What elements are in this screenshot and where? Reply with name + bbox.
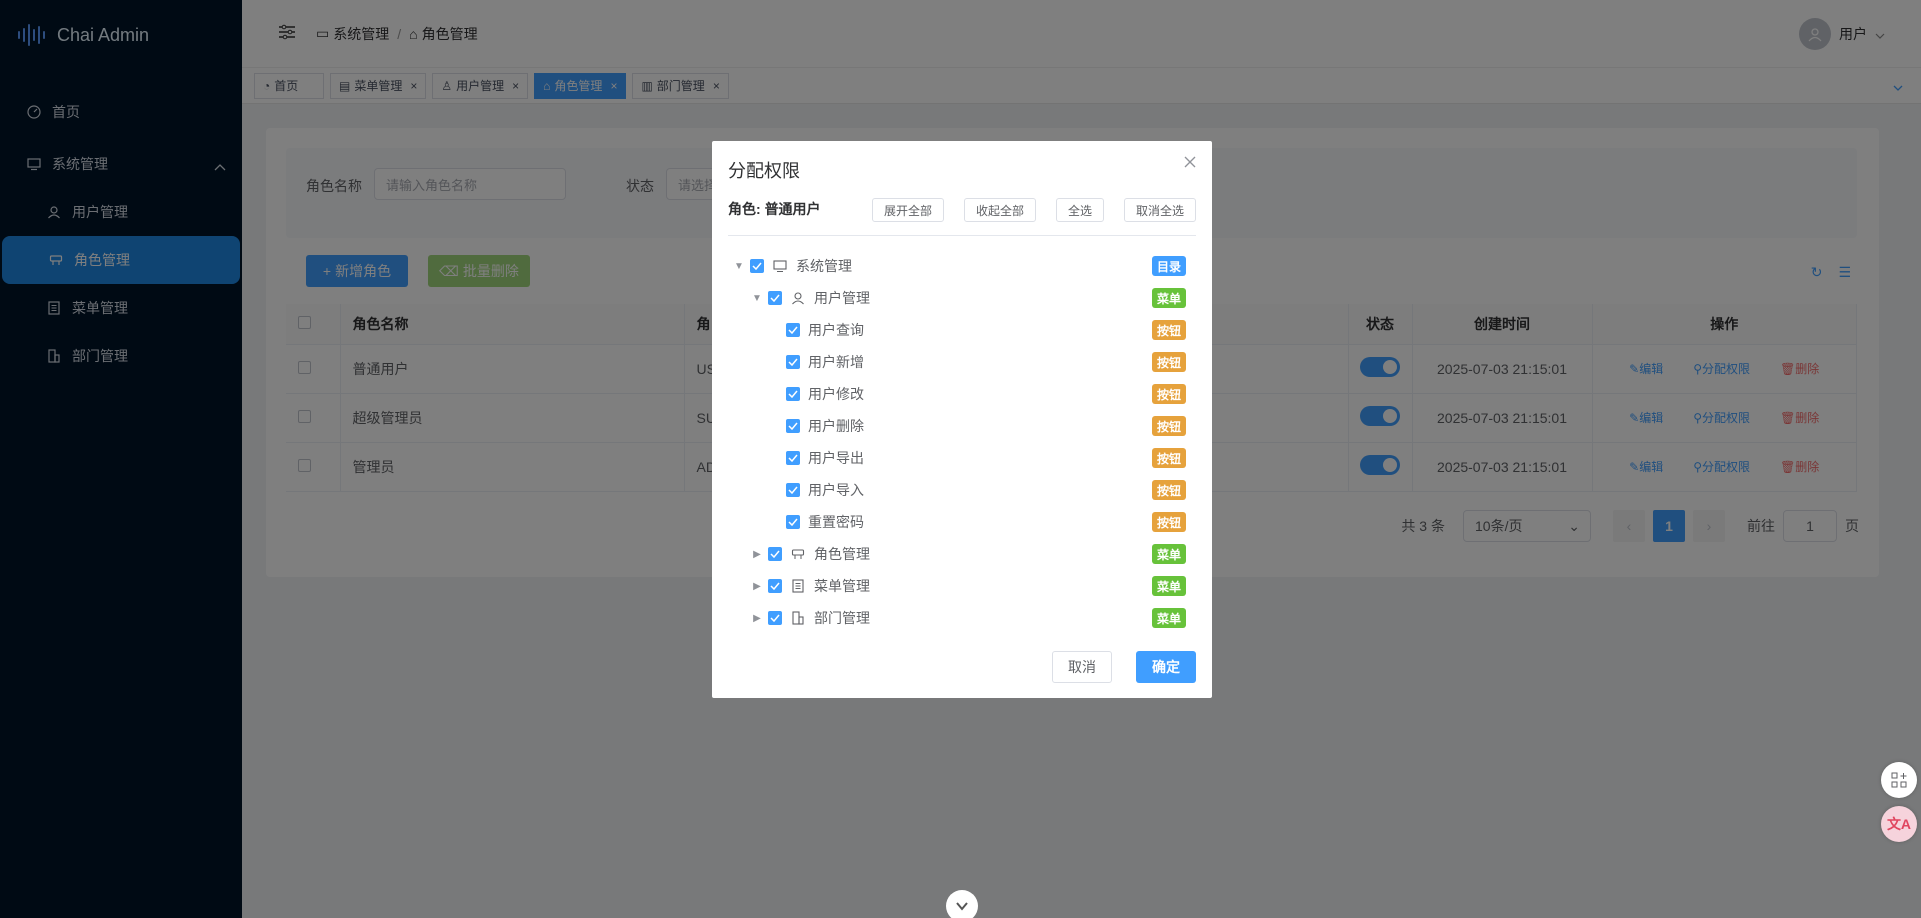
divider [728, 235, 1196, 236]
node-type-badge: 菜单 [1151, 576, 1186, 596]
tree-node-user-delete[interactable]: 用户删除 按钮 [712, 410, 1212, 442]
tree-checkbox[interactable] [768, 291, 782, 305]
dialog-role: 角色: 普通用户 [728, 199, 821, 219]
tree-checkbox[interactable] [768, 579, 782, 593]
tree-node-system[interactable]: ▼ 系统管理 目录 [712, 250, 1212, 282]
node-type-badge: 菜单 [1151, 288, 1186, 308]
tree-checkbox[interactable] [786, 483, 800, 497]
tree-checkbox[interactable] [786, 451, 800, 465]
dialog-title: 分配权限 [728, 161, 800, 181]
tree-node-label: 重置密码 [808, 514, 864, 530]
node-type-badge: 按钮 [1151, 448, 1186, 468]
tree-node-user-edit[interactable]: 用户修改 按钮 [712, 378, 1212, 410]
confirm-button[interactable]: 确定 [1136, 651, 1196, 683]
cancel-button[interactable]: 取消 [1052, 651, 1112, 683]
apps-icon[interactable] [1881, 762, 1917, 798]
close-icon[interactable] [1184, 155, 1196, 173]
translate-icon[interactable]: 文A [1881, 806, 1917, 842]
role-name: 普通用户 [764, 201, 821, 217]
tree-checkbox[interactable] [786, 419, 800, 433]
role-icon [790, 546, 806, 562]
caret-down-icon[interactable]: ▼ [732, 261, 746, 272]
tree-node-label: 用户修改 [808, 386, 864, 402]
node-type-badge: 菜单 [1151, 544, 1186, 564]
tree-checkbox[interactable] [750, 259, 764, 273]
node-type-badge: 按钮 [1151, 416, 1186, 436]
tree-node-menus[interactable]: ▶ 菜单管理 菜单 [712, 570, 1212, 602]
tree-checkbox[interactable] [786, 387, 800, 401]
building-icon [790, 610, 806, 626]
tree-node-label: 用户管理 [814, 290, 870, 306]
assign-permission-dialog: 分配权限 角色: 普通用户 展开全部 收起全部 全选 取消全选 ▼ 系统管理 目… [712, 141, 1212, 698]
caret-right-icon[interactable]: ▶ [750, 549, 764, 560]
tree-node-label: 部门管理 [814, 610, 870, 626]
monitor-icon [772, 258, 788, 274]
tree-checkbox[interactable] [786, 355, 800, 369]
tree-checkbox[interactable] [786, 323, 800, 337]
chevron-down-icon[interactable] [946, 890, 978, 918]
expand-all-button[interactable]: 展开全部 [872, 198, 944, 222]
tree-node-user-add[interactable]: 用户新增 按钮 [712, 346, 1212, 378]
tree-node-roles[interactable]: ▶ 角色管理 菜单 [712, 538, 1212, 570]
user-icon [790, 290, 806, 306]
role-prefix: 角色: [728, 201, 761, 217]
tree-node-departments[interactable]: ▶ 部门管理 菜单 [712, 602, 1212, 634]
tree-node-user-import[interactable]: 用户导入 按钮 [712, 474, 1212, 506]
tree-node-label: 用户导出 [808, 450, 864, 466]
node-type-badge: 菜单 [1151, 608, 1186, 628]
tree-node-label: 角色管理 [814, 546, 870, 562]
node-type-badge: 按钮 [1151, 384, 1186, 404]
tree-node-user-export[interactable]: 用户导出 按钮 [712, 442, 1212, 474]
tree-node-user-query[interactable]: 用户查询 按钮 [712, 314, 1212, 346]
select-all-button[interactable]: 全选 [1056, 198, 1104, 222]
caret-right-icon[interactable]: ▶ [750, 581, 764, 592]
tree-node-label: 用户导入 [808, 482, 864, 498]
caret-down-icon[interactable]: ▼ [750, 293, 764, 304]
deselect-all-button[interactable]: 取消全选 [1124, 198, 1196, 222]
node-type-badge: 按钮 [1151, 512, 1186, 532]
node-type-badge: 按钮 [1151, 352, 1186, 372]
tree-checkbox[interactable] [786, 515, 800, 529]
tree-node-label: 用户新增 [808, 354, 864, 370]
collapse-all-button[interactable]: 收起全部 [964, 198, 1036, 222]
tree-node-label: 系统管理 [796, 258, 852, 274]
tree-node-label: 菜单管理 [814, 578, 870, 594]
tree-checkbox[interactable] [768, 611, 782, 625]
tree-node-reset-password[interactable]: 重置密码 按钮 [712, 506, 1212, 538]
document-icon [790, 578, 806, 594]
tree-node-users[interactable]: ▼ 用户管理 菜单 [712, 282, 1212, 314]
tree-node-label: 用户查询 [808, 322, 864, 338]
tree-checkbox[interactable] [768, 547, 782, 561]
node-type-badge: 按钮 [1151, 320, 1186, 340]
tree-node-label: 用户删除 [808, 418, 864, 434]
node-type-badge: 目录 [1151, 256, 1186, 276]
caret-right-icon[interactable]: ▶ [750, 613, 764, 624]
node-type-badge: 按钮 [1151, 480, 1186, 500]
